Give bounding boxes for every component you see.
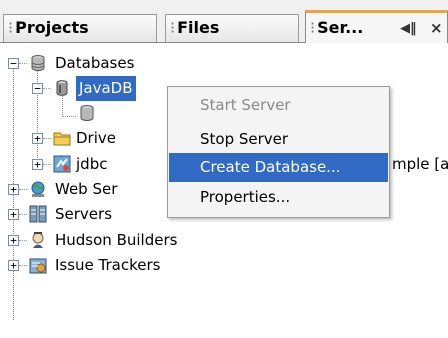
tab-files-label: Files bbox=[177, 18, 220, 37]
expand-icon[interactable]: + bbox=[8, 184, 19, 195]
tree-label-jdbc: jdbc bbox=[76, 155, 108, 173]
connection-icon bbox=[53, 155, 71, 173]
expand-icon[interactable]: + bbox=[8, 235, 19, 246]
menu-item-properties[interactable]: Properties... bbox=[169, 183, 388, 212]
tree-label-databases: Databases bbox=[55, 54, 135, 72]
issue-tracker-icon bbox=[29, 258, 47, 274]
tab-projects-label: Projects bbox=[15, 18, 89, 37]
database-icon bbox=[80, 105, 94, 121]
tab-services[interactable]: ⁝ Ser... ◀‖ × bbox=[305, 10, 448, 43]
tab-grip-icon: ⁝ bbox=[310, 18, 316, 37]
tab-grip-icon: ⁝ bbox=[170, 18, 176, 37]
restore-window-icon[interactable]: ◀‖ bbox=[400, 14, 417, 43]
tree-label-drivers: Drive bbox=[76, 129, 116, 147]
tree-label-web-services: Web Ser bbox=[55, 180, 118, 198]
tab-services-label: Ser... bbox=[317, 18, 364, 37]
expand-icon[interactable]: + bbox=[8, 209, 19, 220]
database-icon bbox=[31, 55, 45, 71]
tree-label-hudson-builders: Hudson Builders bbox=[55, 231, 178, 249]
collapse-icon[interactable]: − bbox=[32, 83, 43, 94]
tree-node-databases[interactable]: − Databases bbox=[0, 51, 448, 76]
expand-icon[interactable]: + bbox=[32, 159, 43, 170]
tree-node-issue-trackers[interactable]: + Issue Trackers bbox=[0, 253, 448, 278]
close-icon[interactable]: × bbox=[430, 13, 443, 43]
tree-label-issue-trackers: Issue Trackers bbox=[55, 256, 161, 274]
collapse-icon[interactable]: − bbox=[8, 58, 19, 69]
tab-grip-icon: ⁝ bbox=[8, 18, 14, 37]
servers-icon bbox=[29, 205, 47, 223]
menu-item-create-database[interactable]: Create Database... bbox=[169, 153, 388, 182]
tree-node-hudson-builders[interactable]: + Hudson Builders bbox=[0, 228, 448, 253]
menu-item-stop-server[interactable]: Stop Server bbox=[169, 125, 388, 154]
context-menu: Start Server Stop Server Create Database… bbox=[167, 86, 390, 218]
tree-label-jdbc-suffix: mple [ap bbox=[392, 155, 448, 173]
web-services-icon bbox=[31, 181, 45, 197]
tab-files[interactable]: ⁝ Files bbox=[165, 14, 299, 42]
folder-icon bbox=[53, 132, 71, 146]
tab-projects[interactable]: ⁝ Projects bbox=[3, 14, 157, 42]
tab-strip: ⁝ Projects ⁝ Files ⁝ Ser... ◀‖ × bbox=[0, 0, 448, 43]
hudson-icon bbox=[32, 232, 44, 248]
tree-label-javadb: JavaDB bbox=[76, 76, 136, 101]
tree-label-servers: Servers bbox=[55, 205, 113, 223]
expand-icon[interactable]: + bbox=[8, 260, 19, 271]
java-db-icon bbox=[56, 80, 68, 96]
menu-item-start-server[interactable]: Start Server bbox=[169, 91, 388, 120]
expand-icon[interactable]: + bbox=[32, 133, 43, 144]
